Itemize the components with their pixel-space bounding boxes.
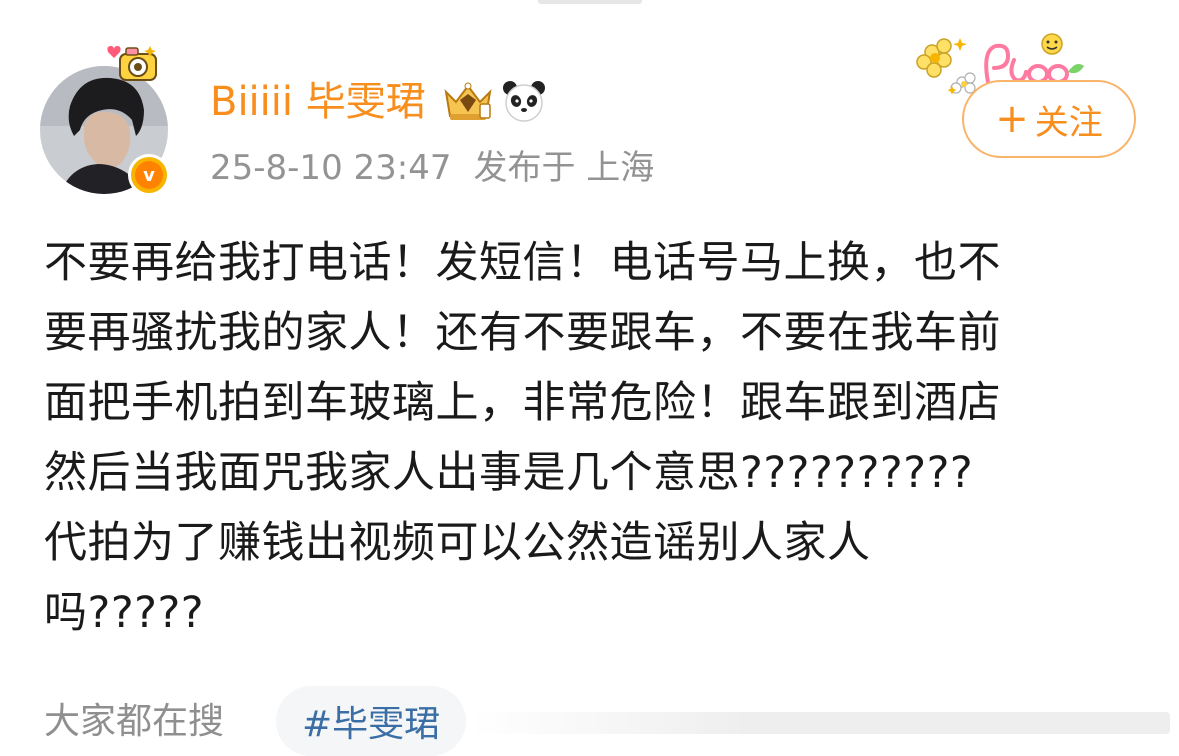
trending-search-label: 大家都在搜 [44, 701, 225, 742]
verified-v-icon: v [128, 154, 170, 196]
panda-emoji-icon [503, 81, 545, 122]
hashtag-chip[interactable]: #毕雯珺 [276, 686, 467, 756]
vip-crown-icon[interactable] [440, 78, 496, 124]
post-meta: 25-8-10 23:47 发布于 上海 [210, 144, 654, 192]
camera-pendant-icon [107, 46, 157, 81]
plus-icon: + [995, 96, 1029, 142]
post-location: 发布于 上海 [473, 148, 655, 188]
drag-handle[interactable] [538, 0, 642, 4]
weibo-post-card: v Biiiii 毕雯珺 25-8-10 23:47 发布于 上海 + 关注 不… [0, 0, 1179, 756]
scroll-fade-bar [470, 712, 1170, 734]
post-timestamp: 25-8-10 23:47 [210, 148, 452, 188]
post-body-text: 不要再给我打电话！发短信！电话号马上换，也不 要再骚扰我的家人！还有不要跟车，不… [44, 238, 1001, 638]
follow-button[interactable]: + 关注 [962, 80, 1136, 158]
author-name[interactable]: Biiiii 毕雯珺 [210, 74, 426, 130]
follow-label: 关注 [1034, 102, 1103, 143]
